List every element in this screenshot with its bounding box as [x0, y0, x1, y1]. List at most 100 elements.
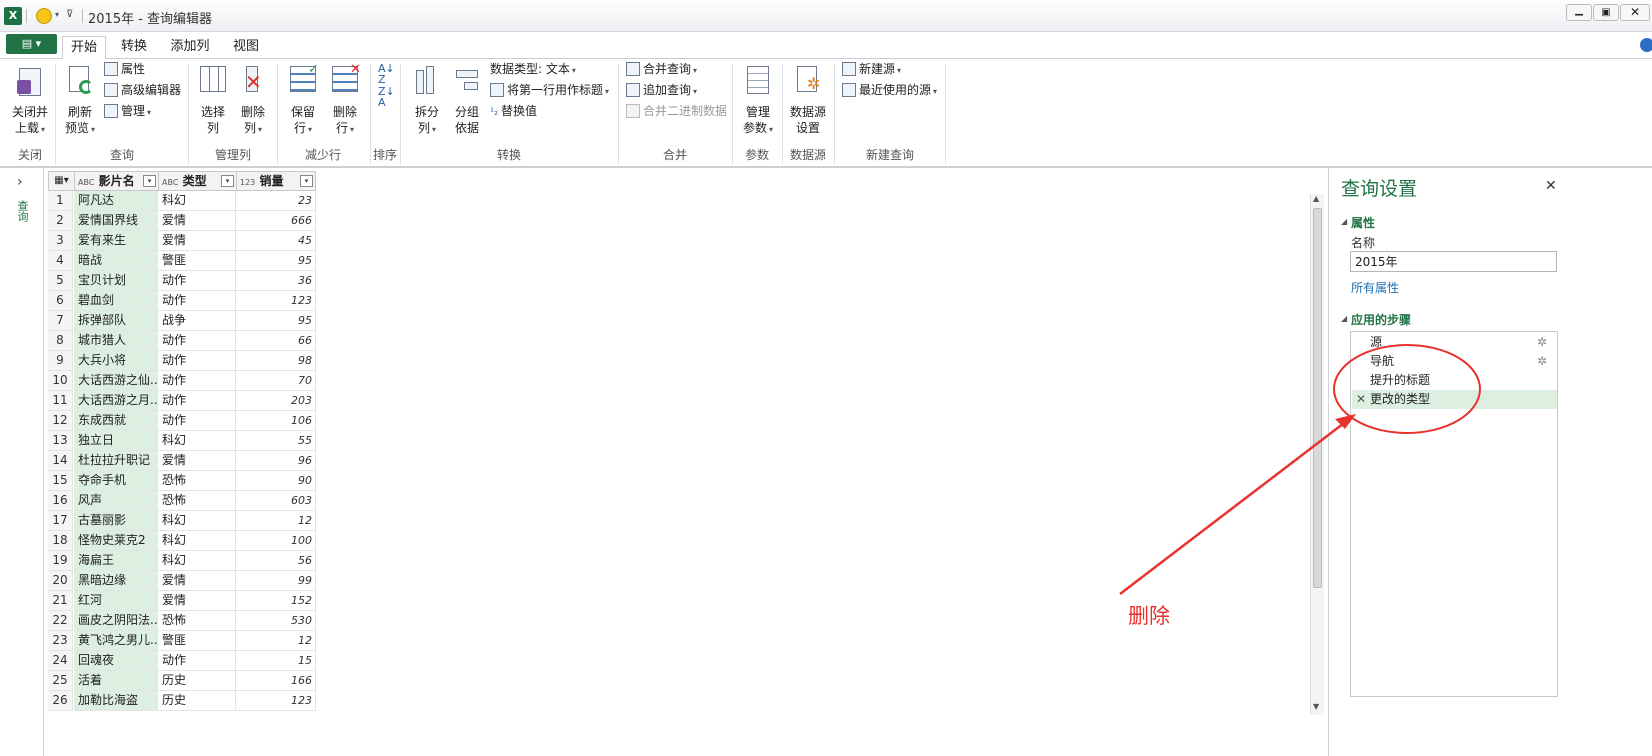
data-type-dropdown[interactable]: 数据类型: 文本 ▾ — [490, 60, 576, 78]
expand-chevron-icon[interactable]: › — [17, 174, 23, 190]
smiley-icon[interactable] — [36, 8, 52, 24]
cell-genre[interactable]: 警匪 — [158, 631, 236, 651]
row-number[interactable]: 11 — [48, 391, 73, 411]
cell-title[interactable]: 阿凡达 — [74, 191, 158, 211]
table-row[interactable]: 1 阿凡达 科幻 23 — [48, 191, 316, 211]
all-properties-link[interactable]: 所有属性 — [1351, 279, 1399, 296]
cell-title[interactable]: 杜拉拉升职记 — [74, 451, 158, 471]
cell-title[interactable]: 黑暗边缘 — [74, 571, 158, 591]
number-type-icon[interactable]: 123 — [240, 178, 255, 187]
table-row[interactable]: 22 画皮之阴阳法... 恐怖 530 — [48, 611, 316, 631]
cell-sales[interactable]: 95 — [236, 251, 316, 271]
cell-genre[interactable]: 动作 — [158, 391, 236, 411]
table-menu-header[interactable]: ▦▾ — [48, 171, 75, 191]
close-pane-button[interactable]: ✕ — [1545, 178, 1557, 194]
row-number[interactable]: 1 — [48, 191, 73, 211]
table-row[interactable]: 7 拆弹部队 战争 95 — [48, 311, 316, 331]
cell-title[interactable]: 怪物史莱克2 — [74, 531, 158, 551]
cell-genre[interactable]: 爱情 — [158, 211, 236, 231]
table-row[interactable]: 16 风声 恐怖 603 — [48, 491, 316, 511]
cell-title[interactable]: 加勒比海盗 — [74, 691, 158, 711]
cell-genre[interactable]: 动作 — [158, 271, 236, 291]
table-row[interactable]: 14 杜拉拉升职记 爱情 96 — [48, 451, 316, 471]
cell-genre[interactable]: 动作 — [158, 291, 236, 311]
cell-sales[interactable]: 66 — [236, 331, 316, 351]
row-number[interactable]: 14 — [48, 451, 73, 471]
table-row[interactable]: 19 海扁王 科幻 56 — [48, 551, 316, 571]
cell-title[interactable]: 城市猎人 — [74, 331, 158, 351]
cell-sales[interactable]: 100 — [236, 531, 316, 551]
cell-title[interactable]: 暗战 — [74, 251, 158, 271]
row-number[interactable]: 23 — [48, 631, 73, 651]
cell-genre[interactable]: 恐怖 — [158, 491, 236, 511]
table-row[interactable]: 5 宝贝计划 动作 36 — [48, 271, 316, 291]
cell-sales[interactable]: 12 — [236, 631, 316, 651]
collapse-triangle-icon[interactable]: ◢ — [1341, 217, 1347, 226]
cell-sales[interactable]: 166 — [236, 671, 316, 691]
cell-title[interactable]: 大话西游之月... — [74, 391, 158, 411]
scroll-thumb[interactable] — [1313, 208, 1322, 588]
keep-rows-button[interactable]: ✓ 保留 行 ▾ — [282, 62, 324, 138]
cell-genre[interactable]: 爱情 — [158, 591, 236, 611]
cell-title[interactable]: 宝贝计划 — [74, 271, 158, 291]
row-number[interactable]: 19 — [48, 551, 73, 571]
cell-genre[interactable]: 动作 — [158, 331, 236, 351]
cell-title[interactable]: 风声 — [74, 491, 158, 511]
cell-title[interactable]: 东成西就 — [74, 411, 158, 431]
group-by-button[interactable]: 分组 依据 — [448, 64, 486, 136]
cell-genre[interactable]: 科幻 — [158, 191, 236, 211]
new-source-button[interactable]: 新建源 ▾ — [842, 60, 901, 78]
table-row[interactable]: 17 古墓丽影 科幻 12 — [48, 511, 316, 531]
row-number[interactable]: 10 — [48, 371, 73, 391]
combine-binaries-button[interactable]: 合并二进制数据 — [626, 102, 727, 120]
scroll-up-icon[interactable]: ▲ — [1313, 194, 1319, 203]
sort-ascending-icon[interactable]: A↓ Z — [378, 63, 395, 85]
cell-genre[interactable]: 科幻 — [158, 551, 236, 571]
cell-sales[interactable]: 666 — [236, 211, 316, 231]
cell-title[interactable]: 活着 — [74, 671, 158, 691]
help-icon[interactable] — [1640, 38, 1652, 52]
cell-sales[interactable]: 36 — [236, 271, 316, 291]
row-number[interactable]: 22 — [48, 611, 73, 631]
file-menu-button[interactable]: ▤ ▾ — [6, 34, 57, 54]
properties-button[interactable]: 属性 — [104, 60, 145, 78]
cell-sales[interactable]: 99 — [236, 571, 316, 591]
table-row[interactable]: 3 爱有来生 爱情 45 — [48, 231, 316, 251]
tab-transform[interactable]: 转换 — [112, 36, 156, 59]
table-row[interactable]: 13 独立日 科幻 55 — [48, 431, 316, 451]
cell-sales[interactable]: 45 — [236, 231, 316, 251]
cell-sales[interactable]: 15 — [236, 651, 316, 671]
cell-genre[interactable]: 科幻 — [158, 431, 236, 451]
row-number[interactable]: 13 — [48, 431, 73, 451]
table-row[interactable]: 6 碧血剑 动作 123 — [48, 291, 316, 311]
cell-genre[interactable]: 恐怖 — [158, 611, 236, 631]
cell-title[interactable]: 红河 — [74, 591, 158, 611]
delete-step-icon[interactable]: ✕ — [1356, 390, 1366, 408]
cell-genre[interactable]: 战争 — [158, 311, 236, 331]
table-row[interactable]: 26 加勒比海盗 历史 123 — [48, 691, 316, 711]
cell-title[interactable]: 拆弹部队 — [74, 311, 158, 331]
table-row[interactable]: 23 黄飞鸿之男儿... 警匪 12 — [48, 631, 316, 651]
table-row[interactable]: 8 城市猎人 动作 66 — [48, 331, 316, 351]
table-row[interactable]: 18 怪物史莱克2 科幻 100 — [48, 531, 316, 551]
remove-columns-button[interactable]: ✕ 删除 列 ▾ — [234, 64, 272, 138]
cell-title[interactable]: 画皮之阴阳法... — [74, 611, 158, 631]
cell-genre[interactable]: 警匪 — [158, 251, 236, 271]
filter-dropdown-icon[interactable]: ▾ — [300, 175, 313, 187]
cell-sales[interactable]: 23 — [236, 191, 316, 211]
cell-title[interactable]: 碧血剑 — [74, 291, 158, 311]
close-load-button[interactable]: 关闭并 上载 ▾ — [8, 64, 52, 138]
cell-genre[interactable]: 爱情 — [158, 571, 236, 591]
recent-sources-button[interactable]: 最近使用的源 ▾ — [842, 81, 937, 99]
cell-title[interactable]: 海扁王 — [74, 551, 158, 571]
manage-button[interactable]: 管理 ▾ — [104, 102, 151, 120]
collapse-triangle-icon[interactable]: ◢ — [1341, 314, 1347, 323]
table-row[interactable]: 15 夺命手机 恐怖 90 — [48, 471, 316, 491]
cell-sales[interactable]: 530 — [236, 611, 316, 631]
manage-parameters-button[interactable]: 管理 参数 ▾ — [738, 64, 778, 138]
qat-customize-icon[interactable]: ⊽ — [66, 9, 73, 20]
data-source-settings-button[interactable]: ✲ 数据源 设置 — [786, 64, 830, 136]
column-header-type[interactable]: ABC 类型 ▾ — [158, 171, 237, 191]
query-name-input[interactable] — [1350, 251, 1557, 272]
table-row[interactable]: 9 大兵小将 动作 98 — [48, 351, 316, 371]
